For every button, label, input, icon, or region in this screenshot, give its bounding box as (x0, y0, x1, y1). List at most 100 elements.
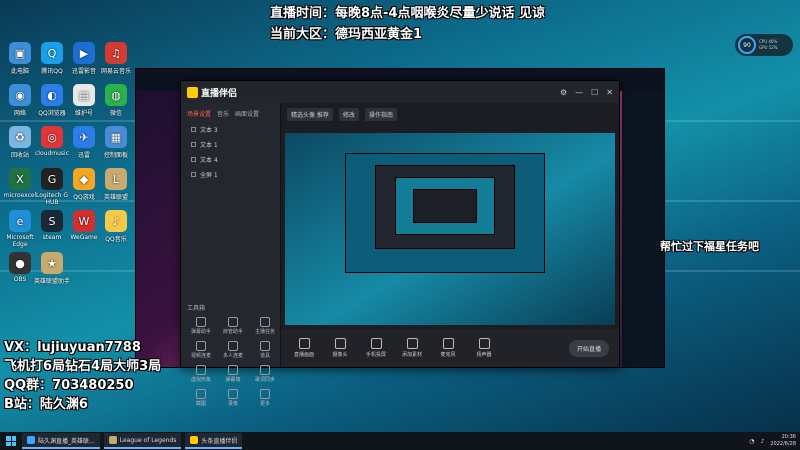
scene-item[interactable]: 文本 1 (181, 137, 280, 152)
desktop-icon-steam[interactable]: Ssteam (34, 210, 70, 241)
control-button[interactable]: 麦克风 (435, 338, 461, 358)
taskbar-item[interactable]: 陆久渊直播_英雄联... (22, 433, 100, 449)
start-button[interactable] (4, 434, 18, 448)
desktop-icon-maintenance[interactable]: ▤ 维护号 (66, 84, 102, 117)
live-preview[interactable] (285, 133, 615, 325)
desktop-icon-netease-music[interactable]: ♫ 网易云音乐 (98, 42, 134, 75)
tab-display[interactable]: 画面设置 (235, 109, 259, 118)
volume-icon[interactable]: ♪ (761, 438, 765, 445)
close-icon[interactable]: ✕ (606, 88, 613, 97)
desktop-icon-obs[interactable]: ● OBS (2, 252, 38, 283)
tool-icon (228, 365, 238, 375)
tab-scene[interactable]: 场景设置 (187, 109, 211, 118)
xunlei-icon: ▶ (73, 42, 95, 64)
desktop-icon-control-panel[interactable]: ▦ 控制面板 (98, 126, 134, 159)
taskbar-item[interactable]: 头条直播伴侣 (185, 433, 243, 449)
scene-item[interactable]: 文本 3 (181, 122, 280, 137)
tool-button[interactable]: 弹幕助手 (187, 317, 215, 335)
desktop-icon-qq-game[interactable]: ◆ QQ游戏 (66, 168, 102, 201)
app-icon (108, 436, 117, 444)
desktop-icon-tencent-qq[interactable]: Q 腾讯QQ (34, 42, 70, 75)
desktop-icon-label: 迅雷影音 (71, 68, 96, 75)
control-button[interactable]: 直播画面 (291, 338, 317, 358)
control-button[interactable]: 扬声器 (471, 338, 497, 358)
desktop-icon-xunlei2[interactable]: ✈ 迅雷 (66, 126, 102, 159)
visibility-icon[interactable] (191, 172, 196, 177)
preview-pill[interactable]: 操作指南 (364, 107, 397, 121)
app-icon (27, 436, 35, 444)
control-button[interactable]: 手机投屏 (363, 338, 389, 358)
tool-label: 弹幕墙 (225, 377, 241, 383)
performance-widget[interactable]: 90 CPU 46% GPU 52% (735, 34, 793, 56)
control-icon (298, 338, 310, 349)
tool-grid: 弹幕助手 房管助手 主播任务视频连麦 多人连麦 道具虚拟形象 弹幕墙 歌词同步截图 录像 更多 (187, 317, 279, 407)
desktop-icon-label: Logitech G HUB (35, 192, 69, 206)
stream-companion-window[interactable]: 直播伴侣 ⚙ — ☐ ✕ 场景设置 音乐 画面设置 文本 3 文本 1 文本 4 全屏… (180, 80, 620, 407)
control-button[interactable]: 添加素材 (399, 338, 425, 358)
preview-pill[interactable]: 修改 (338, 107, 359, 121)
microexcel-icon: X (9, 168, 31, 190)
qq-browser-icon: ◐ (41, 84, 63, 106)
taskbar-items: 陆久渊直播_英雄联... League of Legends 头条直播伴侣 (22, 433, 243, 449)
desktop-icon-edge[interactable]: e Microsoft Edge (2, 210, 38, 248)
tab-music[interactable]: 音乐 (217, 109, 229, 118)
tool-label: 主播任务 (254, 329, 275, 335)
tool-button[interactable]: 多人连麦 (219, 341, 247, 359)
taskbar-item[interactable]: League of Legends (103, 433, 182, 449)
network-icon[interactable]: ◔ (749, 438, 754, 445)
scene-item[interactable]: 文本 4 (181, 152, 280, 167)
visibility-icon[interactable] (191, 142, 196, 147)
desktop-icon-qq-browser[interactable]: ◐ QQ浏览器 (34, 84, 70, 117)
settings-icon[interactable]: ⚙ (560, 88, 567, 97)
tool-button[interactable]: 道具 (251, 341, 279, 359)
control-icon (442, 338, 454, 349)
control-button[interactable]: 摄像头 (327, 338, 353, 358)
clock[interactable]: 20:36 2022/6/28 (770, 434, 796, 448)
desktop-icon-microexcel[interactable]: Xmicroexcel (2, 168, 38, 199)
desktop-icon-wechat[interactable]: ◍ 微信 (98, 84, 134, 117)
visibility-icon[interactable] (191, 157, 196, 162)
scene-label: 文本 1 (200, 142, 218, 149)
tool-icon (228, 341, 238, 351)
desktop-icon-recycle[interactable]: ♻ 回收站 (2, 126, 38, 159)
wechat-overlay: VX：lujiuyuan7788 (4, 340, 141, 355)
desktop-icon-label: 英雄联盟 (103, 194, 128, 201)
desktop-icon-cloudmusic[interactable]: ◎ cloudmusic (34, 126, 70, 157)
minimize-icon[interactable]: — (575, 88, 583, 97)
tool-icon (196, 389, 206, 399)
tool-button[interactable]: 虚拟形象 (187, 365, 215, 383)
tool-button[interactable]: 截图 (187, 389, 215, 407)
scene-item[interactable]: 全屏 1 (181, 167, 280, 182)
tool-button[interactable]: 录像 (219, 389, 247, 407)
tool-button[interactable]: 弹幕墙 (219, 365, 247, 383)
preview-pill[interactable]: 精选头像 推荐 (287, 107, 333, 121)
control-label: 直播画面 (293, 352, 314, 358)
control-panel-icon: ▦ (105, 126, 127, 148)
netease-music-icon: ♫ (105, 42, 127, 64)
desktop-icon-label: steam (42, 234, 62, 241)
desktop-icon-xunlei[interactable]: ▶ 迅雷影音 (66, 42, 102, 75)
maximize-icon[interactable]: ☐ (591, 88, 598, 97)
desktop-icon-lol-tool[interactable]: ★ 英雄联盟助手 (34, 252, 70, 285)
scene-label: 文本 4 (200, 157, 218, 164)
start-live-button[interactable]: 开始直播 (568, 339, 609, 357)
tool-button[interactable]: 歌词同步 (251, 365, 279, 383)
visibility-icon[interactable] (191, 127, 196, 132)
app-logo-icon (187, 86, 198, 98)
desktop-icon-label: 控制面板 (103, 152, 128, 159)
desktop-icon-network[interactable]: ◉ 网络 (2, 84, 38, 117)
desktop-icon-lol[interactable]: L 英雄联盟 (98, 168, 134, 201)
app-title: 直播伴侣 (201, 88, 238, 99)
desktop-icon-qq-music[interactable]: ♪ QQ音乐 (98, 210, 134, 243)
tool-button[interactable]: 更多 (251, 389, 279, 407)
desktop-icon-wegame[interactable]: W WeGame (66, 210, 102, 241)
tool-button[interactable]: 视频连麦 (187, 341, 215, 359)
tool-button[interactable]: 主播任务 (251, 317, 279, 335)
tencent-qq-icon: Q (41, 42, 63, 64)
tool-label: 虚拟形象 (190, 377, 211, 383)
app-icon (190, 436, 199, 444)
scene-list: 文本 3 文本 1 文本 4 全屏 1 (181, 122, 280, 182)
desktop-icon-pc[interactable]: ▣ 此电脑 (2, 42, 38, 75)
tool-button[interactable]: 房管助手 (219, 317, 247, 335)
desktop-icon-logitech[interactable]: G Logitech G HUB (34, 168, 70, 206)
